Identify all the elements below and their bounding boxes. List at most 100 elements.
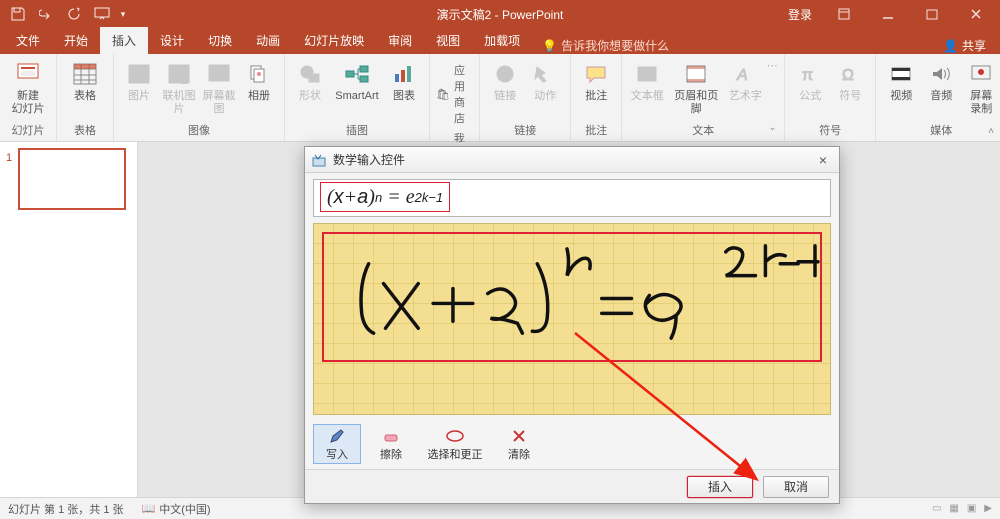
headerfooter-button[interactable]: 页眉和页脚 xyxy=(668,56,724,116)
ink-highlight xyxy=(322,232,822,362)
equation-preview: (x + a)n = e2k−1 xyxy=(313,179,831,217)
textbox-icon: A xyxy=(633,60,661,88)
tab-insert[interactable]: 插入 xyxy=(100,27,148,54)
thumbnail-panel: 1 xyxy=(0,142,138,497)
insert-button[interactable]: 插入 xyxy=(687,476,753,498)
view-slideshow-icon[interactable]: ▶ xyxy=(984,503,992,514)
view-reading-icon[interactable]: ▣ xyxy=(967,503,976,514)
dialog-footer: 插入 取消 xyxy=(305,469,839,503)
dialog-toolbar: 写入 擦除 选择和更正 清除 xyxy=(313,421,831,465)
view-sorter-icon[interactable]: ▦ xyxy=(949,503,958,514)
album-button[interactable]: 相册 xyxy=(240,56,278,103)
tab-view[interactable]: 视图 xyxy=(424,27,472,54)
online-picture-button[interactable]: 联机图片 xyxy=(160,56,198,116)
wordart-button[interactable]: A艺术字 xyxy=(726,56,764,103)
store-icon: 🛍 xyxy=(436,88,450,101)
bulb-icon: 💡 xyxy=(542,39,557,53)
dialog-close-button[interactable]: × xyxy=(813,152,833,168)
audio-button[interactable]: 音频 xyxy=(922,56,960,103)
tool-clear[interactable]: 清除 xyxy=(495,424,543,464)
screenshot-icon xyxy=(205,60,233,88)
thumb-number: 1 xyxy=(6,148,12,210)
tab-transition[interactable]: 切换 xyxy=(196,27,244,54)
tab-addin[interactable]: 加载项 xyxy=(472,27,532,54)
redo-icon[interactable] xyxy=(60,0,88,28)
comment-button[interactable]: 批注 xyxy=(577,56,615,103)
view-normal-icon[interactable]: ▭ xyxy=(932,503,941,514)
table-button[interactable]: 表格 xyxy=(63,56,107,103)
group-images: 图像 xyxy=(120,120,278,141)
math-input-icon xyxy=(311,152,327,168)
tab-slideshow[interactable]: 幻灯片放映 xyxy=(292,27,376,54)
online-picture-icon xyxy=(165,60,193,88)
tool-write[interactable]: 写入 xyxy=(313,424,361,464)
equation-icon: π xyxy=(796,60,824,88)
chart-icon xyxy=(390,60,418,88)
quick-access-toolbar: ▾ xyxy=(0,0,130,28)
tell-me-label: 告诉我你想要做什么 xyxy=(561,37,669,54)
action-button[interactable]: 动作 xyxy=(526,56,564,103)
equation-button[interactable]: π公式 xyxy=(791,56,829,103)
album-icon xyxy=(245,60,273,88)
group-illust: 插图 xyxy=(291,120,423,141)
link-button[interactable]: 链接 xyxy=(486,56,524,103)
screenrec-icon xyxy=(967,60,995,88)
tab-animation[interactable]: 动画 xyxy=(244,27,292,54)
ribbon-insert: 新建 幻灯片 幻灯片 表格 表格 图片 联机图片 屏幕截图 相册 图像 形状 S… xyxy=(0,54,1000,142)
tab-review[interactable]: 审阅 xyxy=(376,27,424,54)
title-bar: ▾ 演示文稿2 - PowerPoint 登录 xyxy=(0,0,1000,28)
minimize-icon[interactable] xyxy=(868,0,908,28)
picture-icon xyxy=(125,60,153,88)
video-icon xyxy=(887,60,915,88)
slide-thumb-1[interactable]: 1 xyxy=(6,148,131,210)
svg-text:A: A xyxy=(643,67,651,81)
new-slide-button[interactable]: 新建 幻灯片 xyxy=(6,56,50,116)
collapse-ribbon-icon[interactable]: ˄ xyxy=(988,126,994,137)
qat-customize-icon[interactable]: ▾ xyxy=(116,0,130,28)
group-comments: 批注 xyxy=(577,120,615,141)
tab-file[interactable]: 文件 xyxy=(4,27,52,54)
store-button[interactable]: 🛍应用商店 xyxy=(436,62,473,126)
status-slide-info: 幻灯片 第 1 张，共 1 张 xyxy=(8,501,124,517)
ribbon-options-icon[interactable] xyxy=(824,0,864,28)
tab-home[interactable]: 开始 xyxy=(52,27,100,54)
screenshot-button[interactable]: 屏幕截图 xyxy=(200,56,238,116)
tell-me-search[interactable]: 💡 告诉我你想要做什么 xyxy=(532,37,679,54)
tool-erase[interactable]: 擦除 xyxy=(367,424,415,464)
ink-canvas[interactable] xyxy=(313,223,831,415)
lasso-icon xyxy=(445,427,465,445)
screenrec-button[interactable]: 屏幕 录制 xyxy=(962,56,1000,116)
text-more-button[interactable]: ⋯ xyxy=(766,56,778,73)
shapes-button[interactable]: 形状 xyxy=(291,56,329,103)
window-title: 演示文稿2 - PowerPoint xyxy=(437,6,564,23)
video-button[interactable]: 视频 xyxy=(882,56,920,103)
tool-select-correct[interactable]: 选择和更正 xyxy=(421,424,489,464)
share-button[interactable]: 👤 共享 xyxy=(929,37,1000,54)
status-lang[interactable]: 📖中文(中国) xyxy=(142,501,211,517)
tab-design[interactable]: 设计 xyxy=(148,27,196,54)
cancel-button[interactable]: 取消 xyxy=(763,476,829,498)
group-tables: 表格 xyxy=(63,120,107,141)
pen-icon xyxy=(329,427,345,445)
symbol-button[interactable]: Ω符号 xyxy=(831,56,869,103)
dialog-titlebar[interactable]: 数学输入控件 × xyxy=(305,147,839,173)
group-slides: 幻灯片 xyxy=(6,120,50,141)
maximize-icon[interactable] xyxy=(912,0,952,28)
book-icon: 📖 xyxy=(142,502,156,515)
chart-button[interactable]: 图表 xyxy=(385,56,423,103)
link-icon xyxy=(491,60,519,88)
save-icon[interactable] xyxy=(4,0,32,28)
new-slide-icon xyxy=(14,60,42,88)
picture-button[interactable]: 图片 xyxy=(120,56,158,103)
headerfooter-icon xyxy=(682,60,710,88)
close-icon[interactable] xyxy=(956,0,996,28)
login-link[interactable]: 登录 xyxy=(780,6,820,23)
textbox-button[interactable]: A文本框 xyxy=(628,56,666,103)
handwriting-svg xyxy=(324,234,820,361)
action-icon xyxy=(531,60,559,88)
undo-icon[interactable] xyxy=(32,0,60,28)
smartart-button[interactable]: SmartArt xyxy=(331,56,383,103)
table-icon xyxy=(71,60,99,88)
start-slideshow-icon[interactable] xyxy=(88,0,116,28)
audio-icon xyxy=(927,60,955,88)
